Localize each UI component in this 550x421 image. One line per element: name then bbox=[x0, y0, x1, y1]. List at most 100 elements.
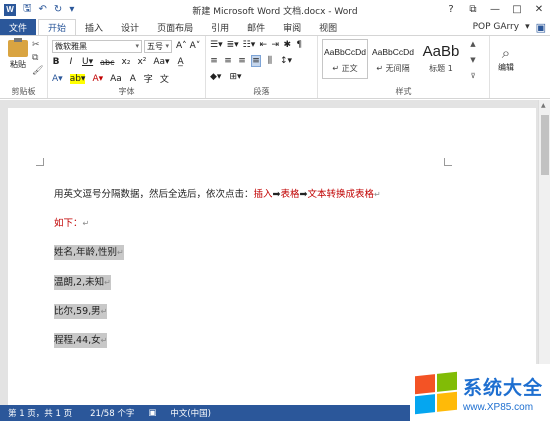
decrease-indent-button[interactable]: ⇤ bbox=[259, 40, 267, 50]
clipboard-group: 粘贴 ✂ ⧉ 🖌 剪贴板 bbox=[0, 36, 48, 98]
underline-button[interactable]: U▾ bbox=[82, 57, 93, 67]
list-row: ☰▾ ≣▾ ☷▾ ⇤ ⇥ ✱ ¶ bbox=[210, 40, 303, 50]
align-right-button[interactable]: ≡ bbox=[238, 56, 246, 66]
editing-button[interactable]: ⌕ 编辑 bbox=[492, 44, 520, 73]
style-heading-1[interactable]: AaBb 标题 1 bbox=[418, 39, 464, 79]
language-indicator[interactable]: 中文(中国) bbox=[170, 407, 211, 419]
word-count[interactable]: 21/58 个字 bbox=[90, 407, 134, 419]
data-row-value: 比尔,59,男 bbox=[54, 306, 101, 317]
user-account[interactable]: POP GArry ▾ ▣ bbox=[473, 19, 550, 35]
multilevel-list-button[interactable]: ☷▾ bbox=[243, 40, 256, 50]
tab-mailings[interactable]: 邮件 bbox=[238, 19, 274, 35]
style-normal[interactable]: AaBbCcDd ↵ 正文 bbox=[322, 39, 368, 79]
highlight-button[interactable]: ab▾ bbox=[69, 73, 86, 84]
avatar[interactable]: ▣ bbox=[536, 21, 546, 34]
restore-button[interactable]: □ bbox=[506, 0, 528, 19]
line-spacing-button[interactable]: ↕▾ bbox=[280, 56, 292, 66]
data-row-text: 温朗,2,未知↵ bbox=[54, 275, 111, 290]
phonetic-guide-button[interactable]: 文 bbox=[160, 72, 169, 85]
instruction-line[interactable]: 用英文逗号分隔数据，然后全选后，依次点击：插入➡表格➡文本转换成表格↵ bbox=[54, 186, 381, 200]
change-case-aa-button[interactable]: Aa bbox=[110, 74, 122, 84]
italic-button[interactable]: I bbox=[67, 57, 75, 67]
data-row[interactable]: 程程,44,女↵ bbox=[54, 332, 108, 348]
paragraph-mark: ↵ bbox=[100, 336, 108, 345]
editing-group: ⌕ 编辑 bbox=[490, 36, 522, 98]
scroll-up-icon[interactable]: ▲ bbox=[541, 102, 546, 109]
paste-button[interactable]: 粘贴 bbox=[6, 38, 30, 70]
clear-format-button[interactable]: A̲ bbox=[177, 57, 185, 67]
superscript-button[interactable]: x² bbox=[137, 57, 146, 67]
styles-up-icon[interactable]: ▲ bbox=[470, 40, 475, 48]
tab-home[interactable]: 开始 bbox=[38, 19, 77, 36]
tab-insert[interactable]: 插入 bbox=[76, 19, 112, 35]
scrollbar-thumb[interactable] bbox=[541, 115, 549, 175]
page-count[interactable]: 第 1 页，共 1 页 bbox=[8, 407, 72, 419]
insert-word: 插入 bbox=[253, 189, 273, 200]
proofing-icon[interactable]: ▣ bbox=[148, 408, 156, 418]
enclose-char-button[interactable]: 字 bbox=[144, 72, 153, 85]
example-heading-text: 如下： bbox=[54, 218, 83, 229]
styles-more-icon[interactable]: ⊽ bbox=[470, 72, 475, 80]
font-color-button[interactable]: A▾ bbox=[92, 74, 103, 84]
style-no-spacing-name: ↵ 无间隔 bbox=[376, 64, 410, 73]
bullets-button[interactable]: ☰▾ bbox=[210, 40, 223, 50]
data-row-text: 比尔,59,男↵ bbox=[54, 304, 108, 319]
help-button[interactable]: ? bbox=[440, 0, 462, 19]
user-name[interactable]: POP GArry bbox=[473, 22, 520, 32]
format-painter-icon[interactable]: 🖌 bbox=[32, 66, 43, 76]
character-shading-button[interactable]: A bbox=[129, 74, 137, 84]
styles-down-icon[interactable]: ▼ bbox=[470, 56, 475, 64]
data-row-text: 姓名,年龄,性别↵ bbox=[54, 245, 124, 260]
align-center-button[interactable]: ≡ bbox=[224, 56, 232, 66]
data-row-value: 温朗,2,未知 bbox=[54, 277, 105, 288]
copy-icon[interactable]: ⧉ bbox=[32, 53, 38, 63]
user-dropdown-icon[interactable]: ▾ bbox=[525, 22, 530, 32]
watermark-text: 系统大全 www.XP85.com bbox=[463, 373, 543, 413]
tab-review[interactable]: 审阅 bbox=[274, 19, 310, 35]
vertical-scrollbar[interactable]: ▲ bbox=[538, 100, 550, 405]
grow-font-button[interactable]: A˄ bbox=[176, 41, 187, 51]
text-effects-button[interactable]: A▾ bbox=[52, 74, 63, 84]
font-name-select[interactable]: 微软雅黑 bbox=[52, 40, 142, 53]
increase-indent-button[interactable]: ⇥ bbox=[271, 40, 279, 50]
data-row[interactable]: 温朗,2,未知↵ bbox=[54, 274, 111, 290]
distributed-button[interactable]: ⫼ bbox=[266, 56, 274, 66]
data-row[interactable]: 比尔,59,男↵ bbox=[54, 303, 108, 319]
convert-word: 文本转换成表格 bbox=[307, 189, 374, 200]
shading-button[interactable]: ◆▾ bbox=[210, 72, 221, 82]
borders-button[interactable]: ⊞▾ bbox=[229, 72, 241, 82]
watermark-name: 系统大全 bbox=[463, 376, 544, 399]
shrink-font-button[interactable]: A˅ bbox=[190, 41, 201, 51]
bold-button[interactable]: B bbox=[52, 57, 60, 67]
subscript-button[interactable]: x₂ bbox=[122, 57, 131, 67]
font-size-select[interactable]: 五号 bbox=[144, 40, 172, 53]
style-normal-name: ↵ 正文 bbox=[332, 64, 358, 73]
show-marks-button[interactable]: ¶ bbox=[295, 40, 303, 50]
tab-file[interactable]: 文件 bbox=[0, 19, 37, 35]
cut-icon[interactable]: ✂ bbox=[32, 40, 40, 50]
sort-button[interactable]: ✱ bbox=[283, 40, 291, 50]
arrow-icon-1: ➡ bbox=[272, 189, 281, 200]
binoculars-icon: ⌕ bbox=[501, 44, 511, 62]
windows-logo-icon bbox=[415, 371, 457, 414]
justify-button[interactable]: ≡ bbox=[251, 55, 261, 67]
numbering-button[interactable]: ≣▾ bbox=[227, 40, 239, 50]
strikethrough-button[interactable]: abc bbox=[100, 58, 114, 67]
paste-label: 粘贴 bbox=[10, 60, 26, 69]
window-controls: ? ⧉ — □ ✕ bbox=[440, 0, 550, 19]
instruction-text: 用英文逗号分隔数据，然后全选后，依次点击： bbox=[54, 189, 254, 200]
close-button[interactable]: ✕ bbox=[528, 0, 550, 19]
data-row[interactable]: 姓名,年龄,性别↵ bbox=[54, 244, 124, 260]
align-left-button[interactable]: ≡ bbox=[210, 56, 218, 66]
example-heading[interactable]: 如下：↵ bbox=[54, 215, 89, 229]
change-case-button[interactable]: Aa▾ bbox=[153, 57, 169, 67]
style-no-spacing[interactable]: AaBbCcDd ↵ 无间隔 bbox=[370, 39, 416, 79]
minimize-button[interactable]: — bbox=[484, 0, 506, 19]
ribbon-display-options-button[interactable]: ⧉ bbox=[462, 0, 484, 19]
align-row: ≡ ≡ ≡ ≡ ⫼ ↕▾ bbox=[210, 55, 292, 67]
tab-design[interactable]: 设计 bbox=[112, 19, 148, 35]
tab-page-layout[interactable]: 页面布局 bbox=[148, 19, 202, 35]
tab-references[interactable]: 引用 bbox=[202, 19, 238, 35]
document-page[interactable]: 用英文逗号分隔数据，然后全选后，依次点击：插入➡表格➡文本转换成表格↵ 如下：↵… bbox=[8, 108, 536, 405]
tab-view[interactable]: 视图 bbox=[310, 19, 346, 35]
